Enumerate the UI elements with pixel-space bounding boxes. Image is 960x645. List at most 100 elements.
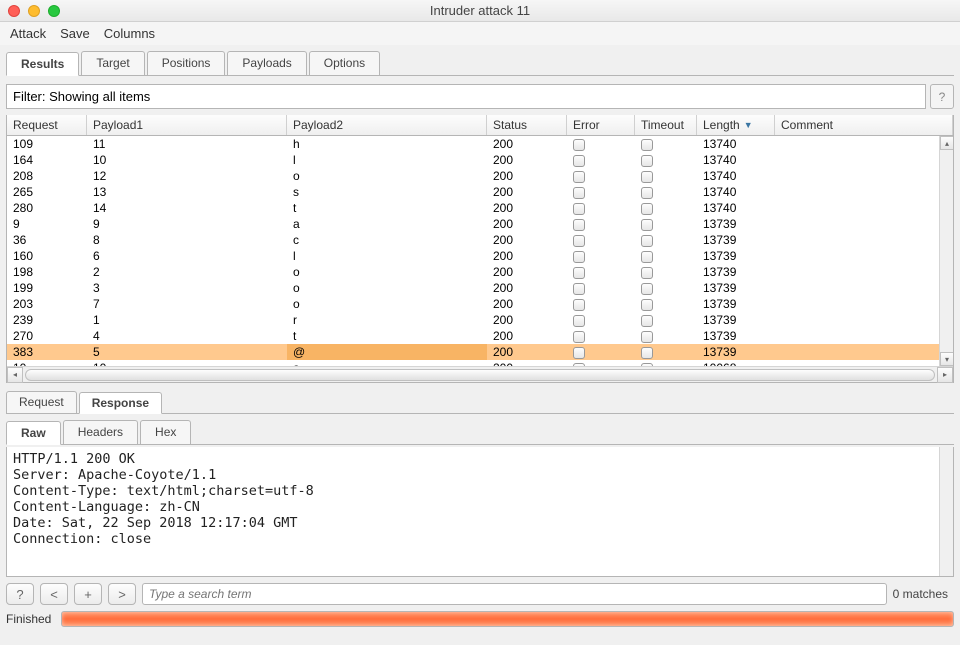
search-help-button[interactable]: ? xyxy=(6,583,34,605)
tab-headers[interactable]: Headers xyxy=(63,420,138,444)
cell-status: 200 xyxy=(487,328,567,344)
response-scrollbar[interactable] xyxy=(939,447,953,576)
table-row[interactable]: 20812o20013740 xyxy=(7,168,953,184)
menu-save[interactable]: Save xyxy=(60,26,90,41)
horizontal-scrollbar[interactable]: ◂ ▸ xyxy=(7,366,953,382)
cell-timeout xyxy=(635,312,697,328)
cell-comment xyxy=(775,136,953,152)
table-row[interactable]: 3835@20013739 xyxy=(7,344,953,360)
cell-payload1: 6 xyxy=(87,248,287,264)
tab-raw[interactable]: Raw xyxy=(6,421,61,445)
col-payload2[interactable]: Payload2 xyxy=(287,115,487,135)
cell-payload2: t xyxy=(287,200,487,216)
help-button[interactable]: ? xyxy=(930,84,954,109)
table-row[interactable]: 368c20013739 xyxy=(7,232,953,248)
filter-box[interactable]: Filter: Showing all items xyxy=(6,84,926,109)
tab-response[interactable]: Response xyxy=(79,392,162,414)
cell-status: 200 xyxy=(487,232,567,248)
tab-request[interactable]: Request xyxy=(6,391,77,413)
checkbox-icon xyxy=(641,155,653,167)
cell-request: 160 xyxy=(7,248,87,264)
cell-payload2: o xyxy=(287,296,487,312)
cell-timeout xyxy=(635,344,697,360)
cell-status: 200 xyxy=(487,136,567,152)
checkbox-icon xyxy=(573,251,585,263)
cell-length: 13739 xyxy=(697,344,775,360)
table-row[interactable]: 16410l20013740 xyxy=(7,152,953,168)
vertical-scrollbar[interactable]: ▴ ▾ xyxy=(939,136,953,366)
col-timeout[interactable]: Timeout xyxy=(635,115,697,135)
col-length[interactable]: Length▼ xyxy=(697,115,775,135)
col-comment[interactable]: Comment xyxy=(775,115,953,135)
cell-length: 13739 xyxy=(697,216,775,232)
search-next-button[interactable]: > xyxy=(108,583,136,605)
table-row[interactable]: 1606l20013739 xyxy=(7,248,953,264)
table-row[interactable]: 1993o20013739 xyxy=(7,280,953,296)
cell-status: 200 xyxy=(487,152,567,168)
scroll-left-icon[interactable]: ◂ xyxy=(7,367,23,383)
cell-error xyxy=(567,344,635,360)
cell-payload2: o xyxy=(287,168,487,184)
cell-comment xyxy=(775,248,953,264)
menu-columns[interactable]: Columns xyxy=(104,26,155,41)
table-row[interactable]: 28014t20013740 xyxy=(7,200,953,216)
cell-length: 13740 xyxy=(697,184,775,200)
table-row[interactable]: 2704t20013739 xyxy=(7,328,953,344)
maximize-window-button[interactable] xyxy=(48,5,60,17)
search-matches: 0 matches xyxy=(893,587,954,601)
table-row[interactable]: 10911h20013740 xyxy=(7,136,953,152)
checkbox-icon xyxy=(573,315,585,327)
cell-comment xyxy=(775,344,953,360)
cell-payload1: 12 xyxy=(87,168,287,184)
cell-length: 13740 xyxy=(697,168,775,184)
col-error[interactable]: Error xyxy=(567,115,635,135)
checkbox-icon xyxy=(573,235,585,247)
table-row[interactable]: 2037o20013739 xyxy=(7,296,953,312)
table-row[interactable]: 99a20013739 xyxy=(7,216,953,232)
checkbox-icon xyxy=(573,187,585,199)
cell-timeout xyxy=(635,168,697,184)
scroll-up-icon[interactable]: ▴ xyxy=(940,136,953,150)
menubar: Attack Save Columns xyxy=(0,22,960,45)
cell-comment xyxy=(775,168,953,184)
minimize-window-button[interactable] xyxy=(28,5,40,17)
table-row[interactable]: 26513s20013740 xyxy=(7,184,953,200)
scroll-right-icon[interactable]: ▸ xyxy=(937,367,953,383)
table-row[interactable]: 1982o20013739 xyxy=(7,264,953,280)
col-request[interactable]: Request xyxy=(7,115,87,135)
tab-target[interactable]: Target xyxy=(81,51,144,75)
scroll-down-icon[interactable]: ▾ xyxy=(940,352,953,366)
table-body: 10911h2001374016410l2001374020812o200137… xyxy=(7,136,953,366)
close-window-button[interactable] xyxy=(8,5,20,17)
search-input[interactable] xyxy=(142,583,887,605)
tab-results[interactable]: Results xyxy=(6,52,79,76)
cell-payload2: l xyxy=(287,152,487,168)
col-payload1[interactable]: Payload1 xyxy=(87,115,287,135)
checkbox-icon xyxy=(641,347,653,359)
menu-attack[interactable]: Attack xyxy=(10,26,46,41)
cell-payload1: 10 xyxy=(87,152,287,168)
search-prev-button[interactable]: < xyxy=(40,583,68,605)
cell-timeout xyxy=(635,232,697,248)
checkbox-icon xyxy=(573,267,585,279)
cell-status: 200 xyxy=(487,344,567,360)
cell-request: 198 xyxy=(7,264,87,280)
cell-payload1: 11 xyxy=(87,136,287,152)
progress-bar xyxy=(61,611,954,627)
tab-positions[interactable]: Positions xyxy=(147,51,226,75)
checkbox-icon xyxy=(641,171,653,183)
cell-request: 36 xyxy=(7,232,87,248)
cell-error xyxy=(567,248,635,264)
search-add-button[interactable]: + xyxy=(74,583,102,605)
tab-hex[interactable]: Hex xyxy=(140,420,191,444)
col-status[interactable]: Status xyxy=(487,115,567,135)
tab-options[interactable]: Options xyxy=(309,51,380,75)
search-bar: ? < + > 0 matches xyxy=(6,583,954,605)
cell-status: 200 xyxy=(487,312,567,328)
tab-payloads[interactable]: Payloads xyxy=(227,51,306,75)
cell-status: 200 xyxy=(487,184,567,200)
cell-payload2: t xyxy=(287,328,487,344)
response-raw-view[interactable]: HTTP/1.1 200 OK Server: Apache-Coyote/1.… xyxy=(6,447,954,577)
table-row[interactable]: 2391r20013739 xyxy=(7,312,953,328)
scroll-thumb[interactable] xyxy=(25,369,935,381)
